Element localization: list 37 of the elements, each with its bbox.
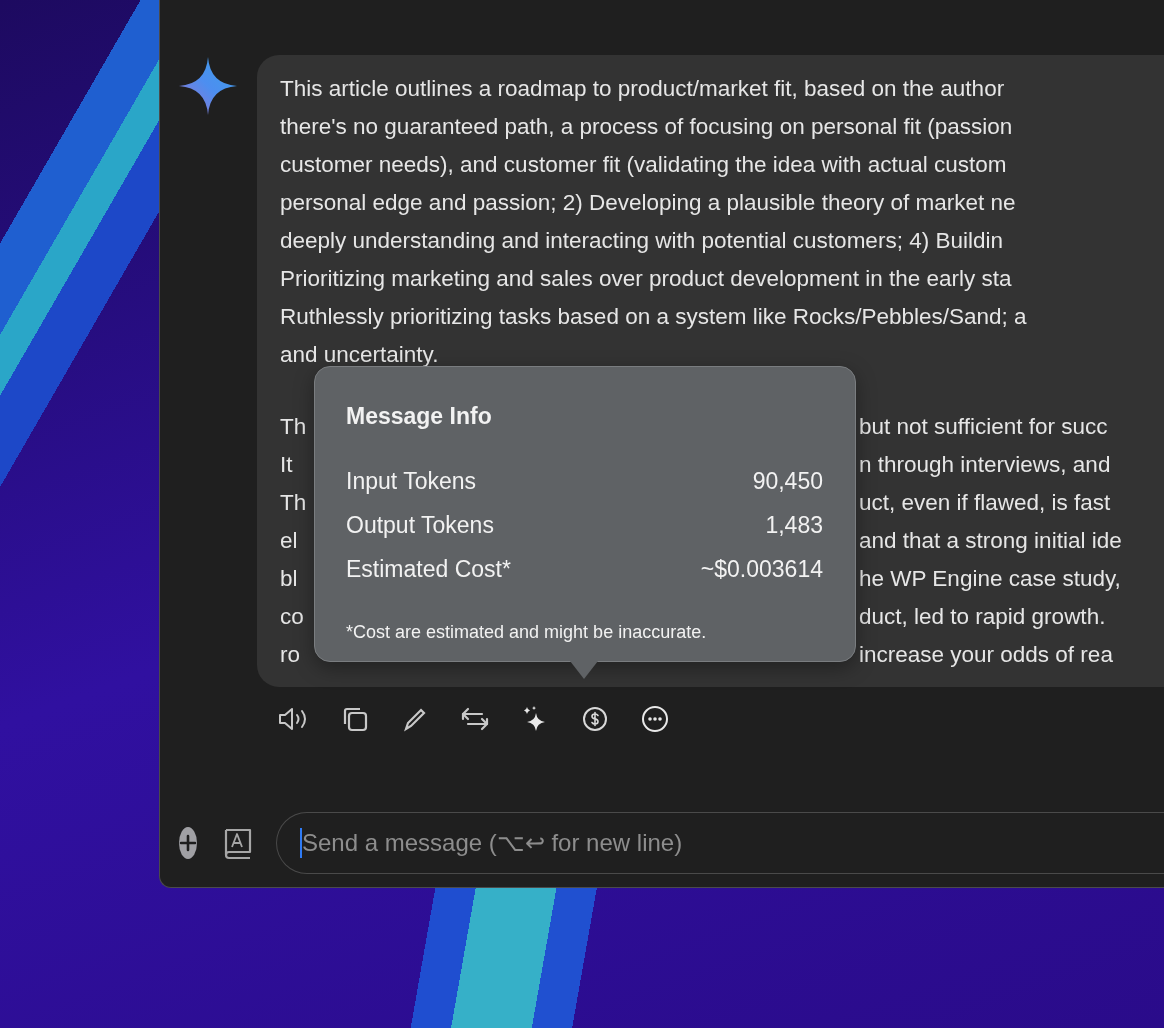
plus-icon — [179, 834, 197, 852]
message-text-line: there's no guaranteed path, a process of focusing on personal fit (passion — [280, 113, 1014, 141]
repeat-arrows-icon — [460, 706, 490, 732]
message-text-fragment: increase your odds of rea — [859, 641, 1113, 669]
info-label: Output Tokens — [346, 511, 494, 540]
copy-icon — [341, 705, 369, 733]
popover-title: Message Info — [346, 402, 493, 431]
message-text-line: deeply understanding and interacting with potential customers; 4) Buildin — [280, 227, 1004, 255]
message-text-line: customer needs), and customer fit (validating the idea with actual custom — [280, 151, 1008, 179]
message-text-fragment: but not sufficient for succ — [859, 413, 1108, 441]
pencil-icon — [402, 706, 428, 732]
message-text-fragment: bl — [280, 565, 298, 593]
message-text-fragment: It — [280, 451, 293, 479]
info-value: ~$0.003614 — [700, 555, 823, 584]
message-text-line: This article outlines a roadmap to product/market fit, based on the author — [280, 75, 1006, 103]
message-text-line: personal edge and passion; 2) Developing a plausible theory of market ne — [280, 189, 1017, 217]
info-value: 90,450 — [752, 467, 823, 496]
more-options-icon — [641, 705, 669, 733]
message-text-line: Prioritizing marketing and sales over product development in the early sta — [280, 265, 1013, 293]
message-text-fragment: uct, even if flawed, is fast — [859, 489, 1111, 517]
message-text-fragment: el — [280, 527, 298, 555]
add-button[interactable] — [179, 827, 197, 859]
message-text-fragment: co — [280, 603, 304, 631]
message-text-fragment: ro — [280, 641, 300, 669]
message-text-line: Ruthlessly prioritizing tasks based on a system like Rocks/Pebbles/Sand; a — [280, 303, 1028, 331]
message-text-fragment: Th — [280, 489, 307, 517]
message-text-line: and uncertainty. — [280, 341, 440, 369]
info-value: 1,483 — [765, 511, 823, 540]
message-text-fragment: and that a strong initial ide — [859, 527, 1122, 555]
message-text-fragment: n through interviews, and — [859, 451, 1111, 479]
info-label: Input Tokens — [346, 467, 476, 496]
message-text-fragment: he WP Engine case study, — [859, 565, 1121, 593]
cost-footnote: *Cost are estimated and might be inaccurate. — [346, 621, 708, 644]
info-label: Estimated Cost* — [346, 555, 511, 584]
message-text-fragment: Th — [280, 413, 307, 441]
message-text-fragment: duct, led to rapid growth. — [859, 603, 1106, 631]
dollar-circle-icon — [582, 706, 608, 732]
